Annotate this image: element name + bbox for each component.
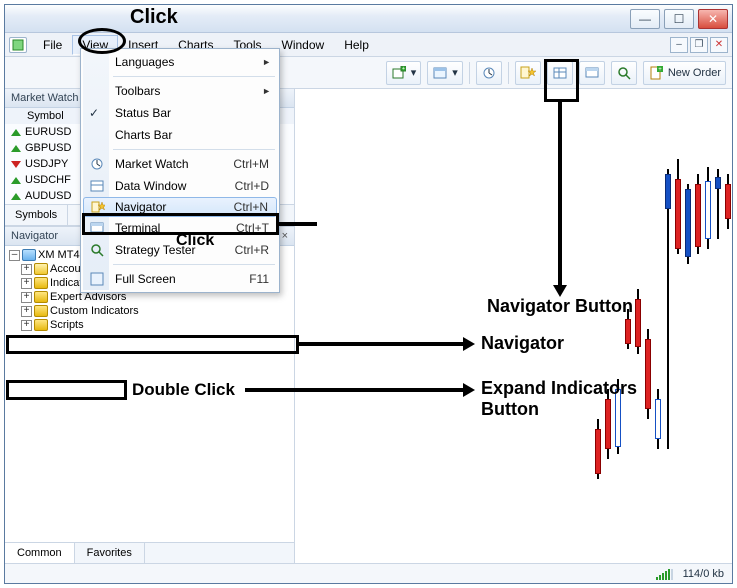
direction-icon	[11, 129, 21, 136]
symbol-label: EURUSD	[25, 126, 71, 138]
symbol-label: AUDUSD	[25, 190, 71, 202]
grid-icon	[89, 178, 105, 194]
view-statusbar[interactable]: ✓Status Bar	[83, 102, 277, 124]
data-window-icon	[552, 65, 568, 81]
svg-text:+: +	[658, 67, 662, 73]
clock-icon	[89, 156, 105, 172]
toolbar-new-order-label: New Order	[668, 67, 721, 79]
view-navigator[interactable]: NavigatorCtrl+N	[83, 197, 277, 217]
tab-favorites[interactable]: Favorites	[75, 543, 145, 563]
separator	[508, 62, 509, 84]
app-icon	[9, 37, 27, 53]
navigator-star-icon	[520, 65, 536, 81]
profiles-icon	[432, 65, 448, 81]
titlebar: — ☐ ✕	[5, 5, 732, 33]
navigator-close-icon[interactable]: ×	[282, 230, 288, 242]
menu-help[interactable]: Help	[334, 35, 379, 55]
profiles-button[interactable]: ▾	[427, 61, 463, 85]
tab-symbols[interactable]: Symbols	[5, 205, 68, 225]
check-icon: ✓	[89, 106, 99, 120]
candlestick-chart	[595, 89, 732, 541]
chart-area[interactable]	[295, 89, 732, 563]
terminal-icon	[89, 220, 105, 236]
view-languages[interactable]: Languages	[83, 51, 277, 73]
strategy-tester-button[interactable]	[611, 61, 637, 85]
mdi-restore[interactable]: ❐	[690, 37, 708, 53]
expand-icon[interactable]: +	[21, 264, 32, 275]
view-strategy-tester[interactable]: Strategy TesterCtrl+R	[83, 239, 277, 261]
data-window-button[interactable]	[547, 61, 573, 85]
new-order-icon: +	[648, 65, 664, 81]
close-button[interactable]: ✕	[698, 9, 728, 29]
mdi-window-buttons: – ❐ ✕	[670, 37, 728, 53]
expand-icon[interactable]: –	[9, 250, 20, 261]
new-chart-button[interactable]: + ▾	[386, 61, 422, 85]
view-full-screen[interactable]: Full ScreenF11	[83, 268, 277, 290]
view-dropdown: Languages Toolbars ✓Status Bar Charts Ba…	[80, 48, 280, 293]
separator	[469, 62, 470, 84]
market-watch-icon	[481, 65, 497, 81]
folder-icon	[34, 277, 48, 289]
view-market-watch[interactable]: Market WatchCtrl+M	[83, 153, 277, 175]
folder-icon	[34, 291, 48, 303]
status-rate: 114/0 kb	[683, 568, 724, 580]
folder-icon	[34, 319, 48, 331]
symbol-label: USDCHF	[25, 174, 71, 186]
navigator-star-icon	[90, 199, 106, 215]
expand-icon[interactable]: +	[21, 306, 32, 317]
expand-icon[interactable]: +	[21, 320, 32, 331]
navigator-button[interactable]	[515, 61, 541, 85]
column-symbol: Symbol	[27, 110, 64, 122]
tree-node-label: Scripts	[50, 319, 84, 331]
folder-icon	[34, 305, 48, 317]
maximize-button[interactable]: ☐	[664, 9, 694, 29]
symbol-label: GBPUSD	[25, 142, 71, 154]
tree-node-label: Custom Indicators	[50, 305, 139, 317]
menu-window[interactable]: Window	[272, 35, 335, 55]
folder-icon	[34, 263, 48, 275]
fullscreen-icon	[89, 271, 105, 287]
symbol-label: USDJPY	[25, 158, 68, 170]
new-order-button[interactable]: + New Order	[643, 61, 726, 85]
navigator-tabs: Common Favorites	[5, 542, 294, 563]
mdi-minimize[interactable]: –	[670, 37, 688, 53]
direction-icon	[11, 161, 21, 168]
terminal-icon	[584, 65, 600, 81]
minimize-button[interactable]: —	[630, 9, 660, 29]
plus-chart-icon: +	[391, 65, 407, 81]
expand-icon[interactable]: +	[21, 278, 32, 289]
magnifier-icon	[616, 65, 632, 81]
market-watch-title: Market Watch	[11, 92, 78, 104]
direction-icon	[11, 193, 21, 200]
view-chartsbar[interactable]: Charts Bar	[83, 124, 277, 146]
svg-text:+: +	[402, 66, 405, 72]
expand-icon[interactable]: +	[21, 292, 32, 303]
tab-common[interactable]: Common	[5, 542, 75, 563]
navigator-title: Navigator	[11, 230, 58, 242]
connection-bars-icon	[656, 568, 673, 580]
menu-file[interactable]: File	[33, 35, 72, 55]
tree-node-scripts[interactable]: + Scripts	[7, 318, 292, 332]
market-watch-button[interactable]	[476, 61, 502, 85]
direction-icon	[11, 145, 21, 152]
view-toolbars[interactable]: Toolbars	[83, 80, 277, 102]
view-terminal[interactable]: TerminalCtrl+T	[83, 217, 277, 239]
magnifier-icon	[89, 242, 105, 258]
tree-node-custom-indicators[interactable]: + Custom Indicators	[7, 304, 292, 318]
direction-icon	[11, 177, 21, 184]
mdi-close[interactable]: ✕	[710, 37, 728, 53]
mt4-icon	[22, 249, 36, 261]
statusbar: 114/0 kb	[5, 563, 732, 583]
terminal-button[interactable]	[579, 61, 605, 85]
tree-root-label: XM MT4	[38, 249, 80, 261]
view-data-window[interactable]: Data WindowCtrl+D	[83, 175, 277, 197]
